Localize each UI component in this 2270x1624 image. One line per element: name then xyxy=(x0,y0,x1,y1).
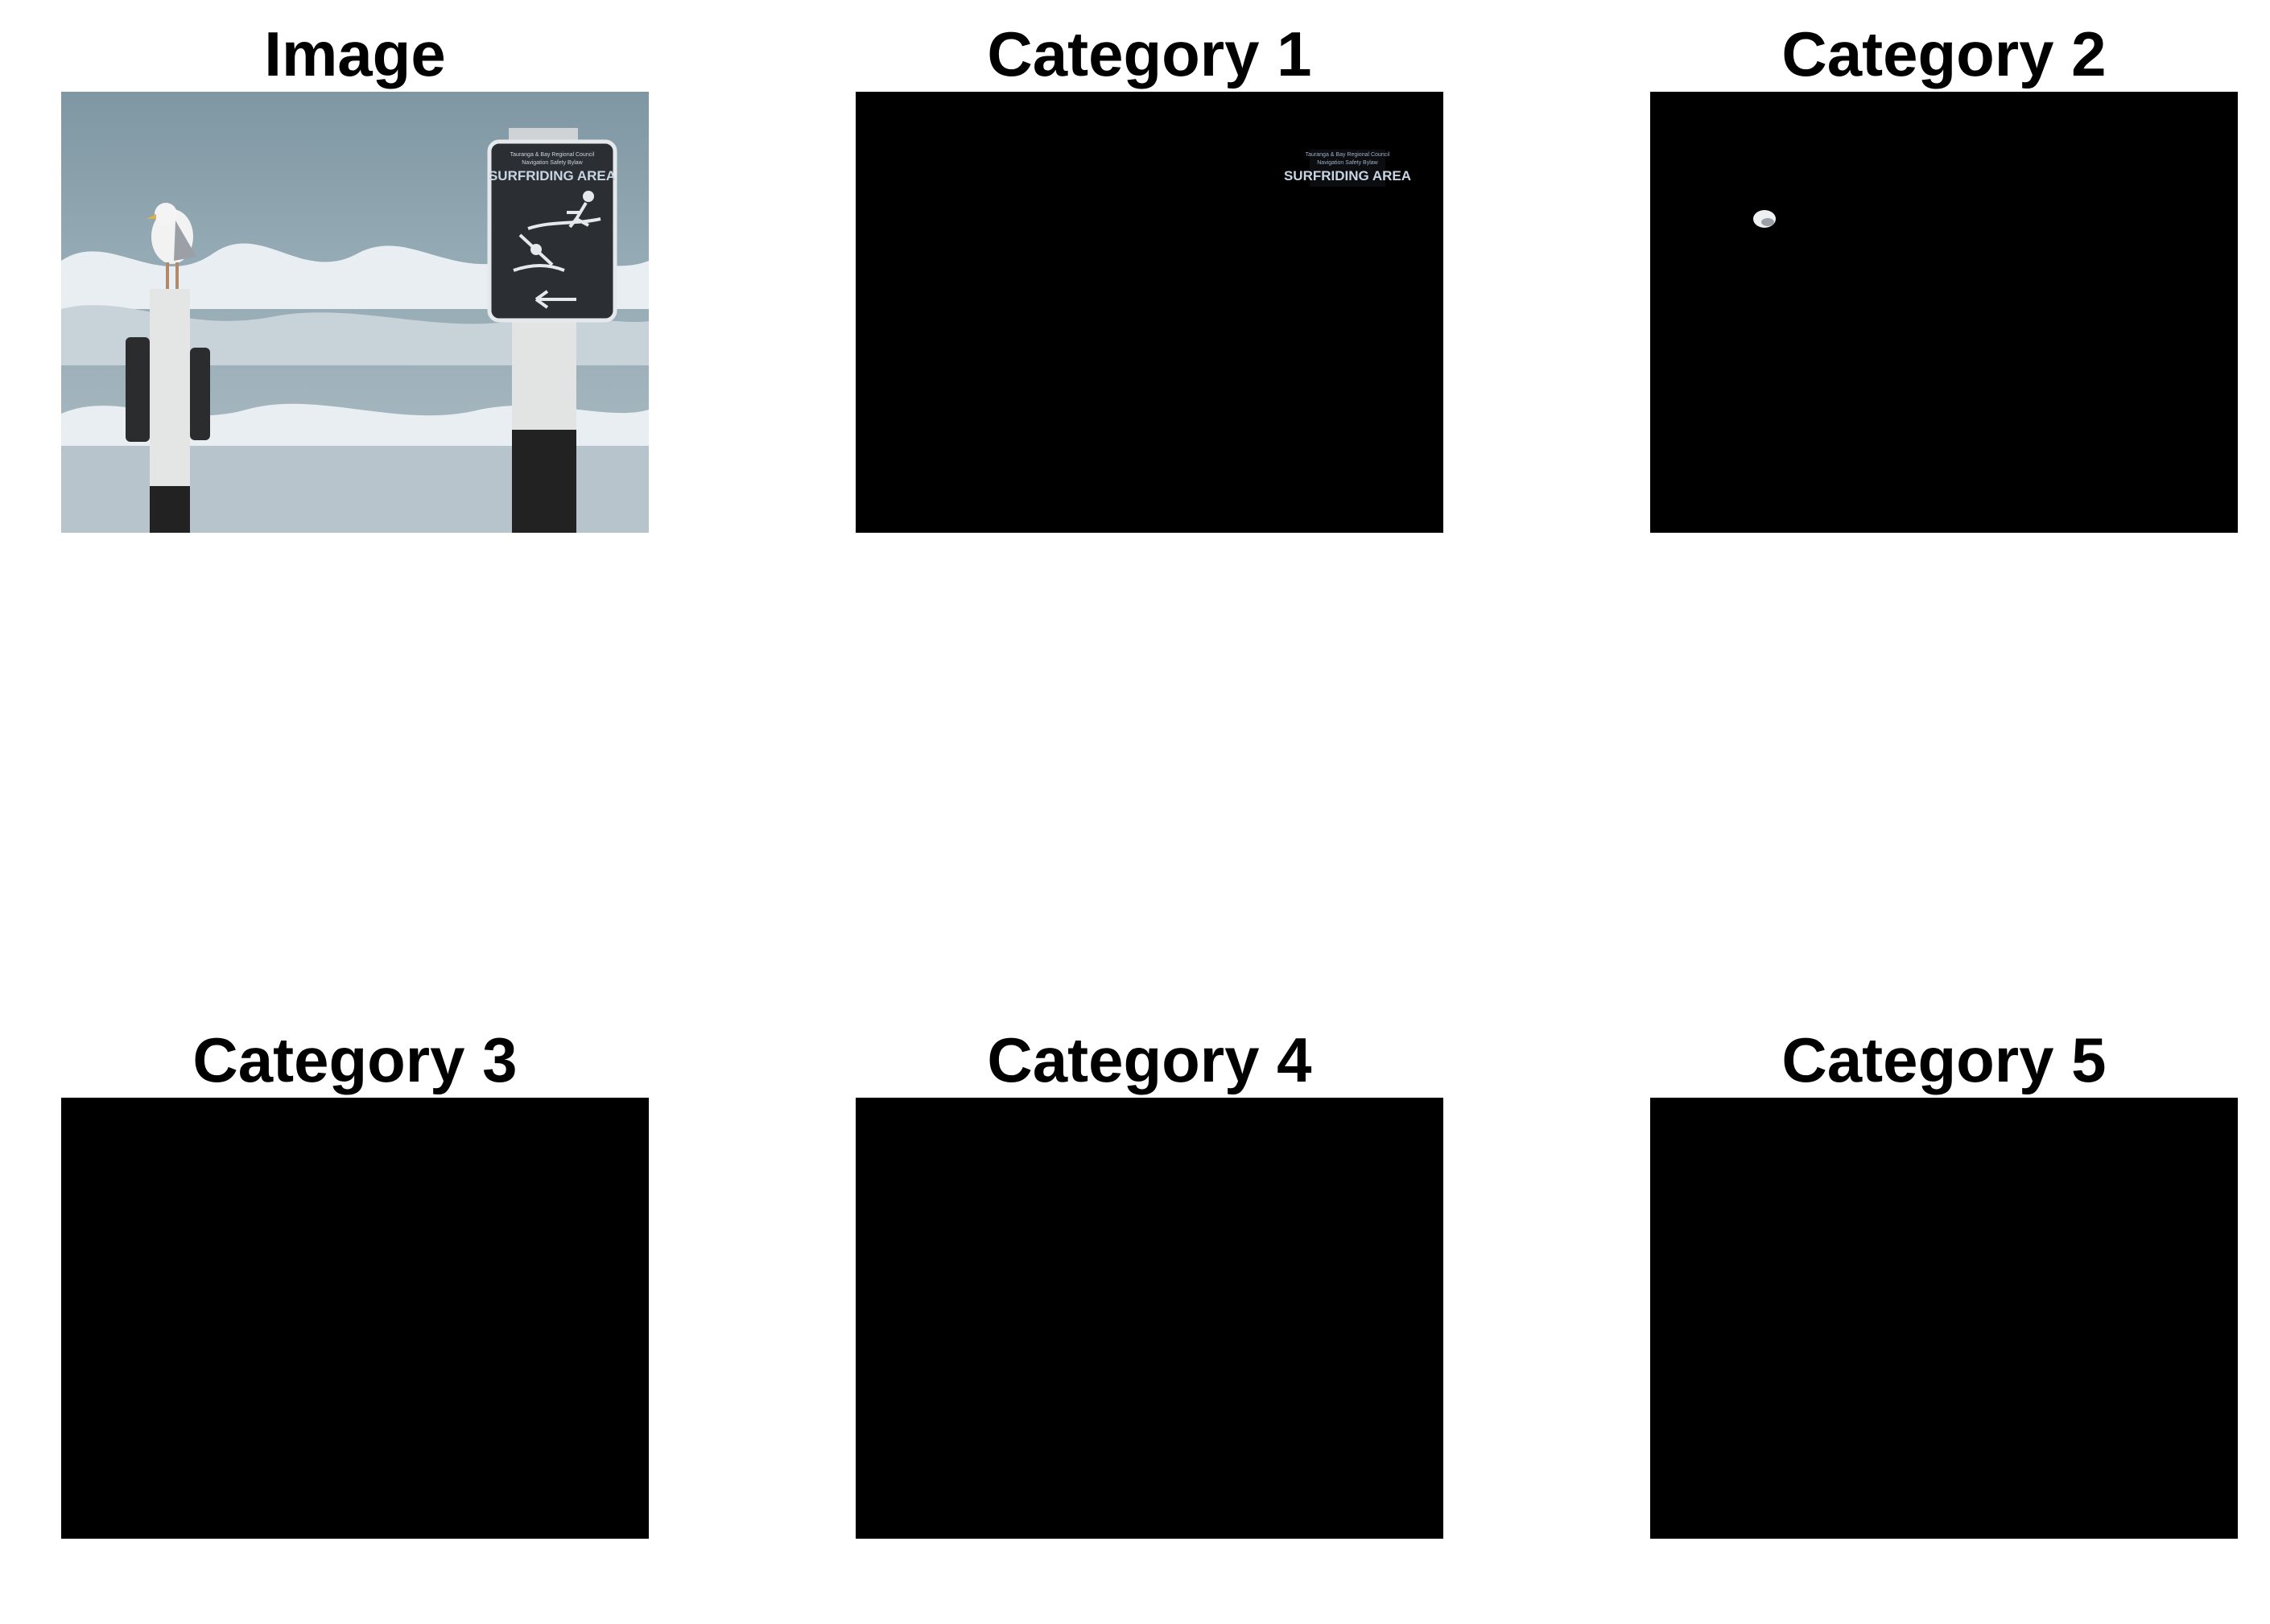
panel-title: Image xyxy=(264,19,446,89)
mask-frame: Tauranga & Bay Regional Council Navigati… xyxy=(856,92,1443,533)
mask-sign-line1: Tauranga & Bay Regional Council xyxy=(1306,152,1390,158)
sign-line1: Tauranga & Bay Regional Council xyxy=(510,152,595,158)
left-post-base xyxy=(150,486,190,533)
panel-category-4: Category 4 xyxy=(856,1024,1443,1539)
mask-sign-image: Tauranga & Bay Regional Council Navigati… xyxy=(856,92,1443,533)
panel-title: Category 5 xyxy=(1781,1024,2107,1095)
sign-heading: SURFRIDING AREA xyxy=(489,168,616,183)
mask-sign-line2: Navigation Safety Bylaw xyxy=(1317,160,1378,166)
panel-title: Category 1 xyxy=(987,19,1312,89)
mask-frame xyxy=(856,1098,1443,1539)
panel-category-5: Category 5 xyxy=(1650,1024,2238,1539)
right-post-base xyxy=(512,430,576,533)
sign-line2: Navigation Safety Bylaw xyxy=(522,160,583,166)
left-post-board-2 xyxy=(190,348,210,440)
panel-title: Category 3 xyxy=(192,1024,518,1095)
photo-frame: Tauranga & Bay Regional Council Navigati… xyxy=(61,92,649,533)
mask-frame xyxy=(61,1098,649,1539)
panel-category-1: Category 1 Tauranga & Bay Regional Counc… xyxy=(856,18,1443,533)
panel-category-3: Category 3 xyxy=(61,1024,649,1539)
mask-frame xyxy=(1650,1098,2238,1539)
mask-bird-image xyxy=(1650,92,2238,533)
panel-title: Category 4 xyxy=(987,1024,1312,1095)
left-post-board xyxy=(126,337,150,442)
panel-image: Image Tauranga & Bay Regional Council Na… xyxy=(61,18,649,533)
mask-sign-heading: SURFRIDING AREA xyxy=(1284,168,1411,183)
bird-blob-shadow xyxy=(1761,218,1774,226)
panel-title: Category 2 xyxy=(1781,19,2107,89)
beach-photo: Tauranga & Bay Regional Council Navigati… xyxy=(61,92,649,533)
seagull-head xyxy=(155,203,177,225)
mask-frame xyxy=(1650,92,2238,533)
surfer-head-icon xyxy=(583,191,594,202)
panel-category-2: Category 2 xyxy=(1650,18,2238,533)
